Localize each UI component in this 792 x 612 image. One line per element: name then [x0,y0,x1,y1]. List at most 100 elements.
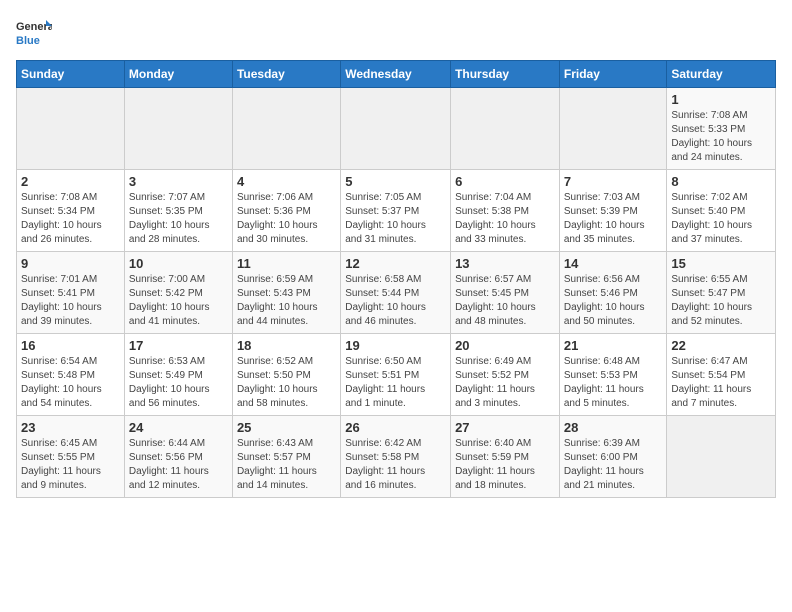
day-detail: Sunrise: 6:45 AM Sunset: 5:55 PM Dayligh… [21,437,120,493]
calendar-cell: 25 Sunrise: 6:43 AM Sunset: 5:57 PM Dayli… [232,416,340,498]
day-detail: Sunrise: 6:49 AM Sunset: 5:52 PM Dayligh… [455,355,555,411]
calendar-cell [559,88,667,170]
logo: General Blue [16,16,52,52]
calendar-cell: 7 Sunrise: 7:03 AM Sunset: 5:39 PM Daylig… [559,170,667,252]
calendar-cell: 23 Sunrise: 6:45 AM Sunset: 5:55 PM Dayli… [17,416,125,498]
day-number: 27 [455,420,555,435]
day-number: 3 [129,174,228,189]
calendar-table: SundayMondayTuesdayWednesdayThursdayFrid… [16,60,776,498]
calendar-cell: 15 Sunrise: 6:55 AM Sunset: 5:47 PM Dayli… [667,252,776,334]
column-header-wednesday: Wednesday [341,61,451,88]
calendar-cell: 19 Sunrise: 6:50 AM Sunset: 5:51 PM Dayli… [341,334,451,416]
day-detail: Sunrise: 7:03 AM Sunset: 5:39 PM Dayligh… [564,191,663,247]
day-detail: Sunrise: 6:44 AM Sunset: 5:56 PM Dayligh… [129,437,228,493]
day-number: 25 [237,420,336,435]
day-detail: Sunrise: 6:58 AM Sunset: 5:44 PM Dayligh… [345,273,446,329]
column-header-thursday: Thursday [451,61,560,88]
day-detail: Sunrise: 6:59 AM Sunset: 5:43 PM Dayligh… [237,273,336,329]
calendar-cell: 3 Sunrise: 7:07 AM Sunset: 5:35 PM Daylig… [124,170,232,252]
calendar-cell [232,88,340,170]
day-number: 17 [129,338,228,353]
calendar-cell: 8 Sunrise: 7:02 AM Sunset: 5:40 PM Daylig… [667,170,776,252]
day-detail: Sunrise: 6:55 AM Sunset: 5:47 PM Dayligh… [671,273,771,329]
day-number: 6 [455,174,555,189]
calendar-cell: 22 Sunrise: 6:47 AM Sunset: 5:54 PM Dayli… [667,334,776,416]
calendar-cell: 18 Sunrise: 6:52 AM Sunset: 5:50 PM Dayli… [232,334,340,416]
day-detail: Sunrise: 6:54 AM Sunset: 5:48 PM Dayligh… [21,355,120,411]
column-header-monday: Monday [124,61,232,88]
day-number: 9 [21,256,120,271]
calendar-cell: 21 Sunrise: 6:48 AM Sunset: 5:53 PM Dayli… [559,334,667,416]
day-number: 28 [564,420,663,435]
day-number: 10 [129,256,228,271]
day-detail: Sunrise: 6:40 AM Sunset: 5:59 PM Dayligh… [455,437,555,493]
day-detail: Sunrise: 7:01 AM Sunset: 5:41 PM Dayligh… [21,273,120,329]
calendar-cell: 10 Sunrise: 7:00 AM Sunset: 5:42 PM Dayli… [124,252,232,334]
calendar-cell: 14 Sunrise: 6:56 AM Sunset: 5:46 PM Dayli… [559,252,667,334]
calendar-cell: 6 Sunrise: 7:04 AM Sunset: 5:38 PM Daylig… [451,170,560,252]
day-number: 12 [345,256,446,271]
calendar-cell: 4 Sunrise: 7:06 AM Sunset: 5:36 PM Daylig… [232,170,340,252]
logo-svg: General Blue [16,16,52,52]
calendar-cell: 26 Sunrise: 6:42 AM Sunset: 5:58 PM Dayli… [341,416,451,498]
day-detail: Sunrise: 7:07 AM Sunset: 5:35 PM Dayligh… [129,191,228,247]
day-number: 22 [671,338,771,353]
day-detail: Sunrise: 7:02 AM Sunset: 5:40 PM Dayligh… [671,191,771,247]
day-number: 4 [237,174,336,189]
calendar-cell: 16Sunrise: 6:54 AM Sunset: 5:48 PM Dayli… [17,334,125,416]
day-number: 13 [455,256,555,271]
day-detail: Sunrise: 7:04 AM Sunset: 5:38 PM Dayligh… [455,191,555,247]
day-detail: Sunrise: 7:06 AM Sunset: 5:36 PM Dayligh… [237,191,336,247]
day-number: 20 [455,338,555,353]
calendar-cell [667,416,776,498]
day-detail: Sunrise: 7:08 AM Sunset: 5:33 PM Dayligh… [671,109,771,165]
calendar-cell: 11 Sunrise: 6:59 AM Sunset: 5:43 PM Dayli… [232,252,340,334]
day-detail: Sunrise: 6:57 AM Sunset: 5:45 PM Dayligh… [455,273,555,329]
calendar-cell: 9 Sunrise: 7:01 AM Sunset: 5:41 PM Daylig… [17,252,125,334]
day-number: 7 [564,174,663,189]
calendar-cell: 1 Sunrise: 7:08 AM Sunset: 5:33 PM Daylig… [667,88,776,170]
calendar-cell: 17 Sunrise: 6:53 AM Sunset: 5:49 PM Dayli… [124,334,232,416]
calendar-cell [341,88,451,170]
day-number: 14 [564,256,663,271]
calendar-cell [17,88,125,170]
calendar-cell: 13 Sunrise: 6:57 AM Sunset: 5:45 PM Dayli… [451,252,560,334]
calendar-cell: 24 Sunrise: 6:44 AM Sunset: 5:56 PM Dayli… [124,416,232,498]
day-detail: Sunrise: 7:00 AM Sunset: 5:42 PM Dayligh… [129,273,228,329]
calendar-cell [451,88,560,170]
day-detail: Sunrise: 6:47 AM Sunset: 5:54 PM Dayligh… [671,355,771,411]
day-detail: Sunrise: 6:39 AM Sunset: 6:00 PM Dayligh… [564,437,663,493]
calendar-cell: 5 Sunrise: 7:05 AM Sunset: 5:37 PM Daylig… [341,170,451,252]
calendar-cell: 2 Sunrise: 7:08 AM Sunset: 5:34 PM Daylig… [17,170,125,252]
day-detail: Sunrise: 7:05 AM Sunset: 5:37 PM Dayligh… [345,191,446,247]
calendar-cell [124,88,232,170]
day-number: 11 [237,256,336,271]
calendar-cell: 28 Sunrise: 6:39 AM Sunset: 6:00 PM Dayli… [559,416,667,498]
day-number: 23 [21,420,120,435]
day-detail: Sunrise: 6:43 AM Sunset: 5:57 PM Dayligh… [237,437,336,493]
day-detail: Sunrise: 6:48 AM Sunset: 5:53 PM Dayligh… [564,355,663,411]
calendar-cell: 27 Sunrise: 6:40 AM Sunset: 5:59 PM Dayli… [451,416,560,498]
day-number: 21 [564,338,663,353]
day-number: 1 [671,92,771,107]
day-detail: Sunrise: 6:42 AM Sunset: 5:58 PM Dayligh… [345,437,446,493]
page-header: General Blue [16,16,776,52]
day-number: 24 [129,420,228,435]
day-detail: Sunrise: 6:56 AM Sunset: 5:46 PM Dayligh… [564,273,663,329]
day-detail: Sunrise: 7:08 AM Sunset: 5:34 PM Dayligh… [21,191,120,247]
day-number: 8 [671,174,771,189]
day-detail: Sunrise: 6:50 AM Sunset: 5:51 PM Dayligh… [345,355,446,411]
day-number: 19 [345,338,446,353]
column-header-tuesday: Tuesday [232,61,340,88]
calendar-cell: 12 Sunrise: 6:58 AM Sunset: 5:44 PM Dayli… [341,252,451,334]
day-number: 18 [237,338,336,353]
calendar-cell: 20 Sunrise: 6:49 AM Sunset: 5:52 PM Dayli… [451,334,560,416]
svg-text:Blue: Blue [16,35,40,47]
day-number: 2 [21,174,120,189]
day-number: 15 [671,256,771,271]
day-detail: Sunrise: 6:52 AM Sunset: 5:50 PM Dayligh… [237,355,336,411]
day-detail: Sunrise: 6:53 AM Sunset: 5:49 PM Dayligh… [129,355,228,411]
day-number: 5 [345,174,446,189]
column-header-saturday: Saturday [667,61,776,88]
day-number: 26 [345,420,446,435]
